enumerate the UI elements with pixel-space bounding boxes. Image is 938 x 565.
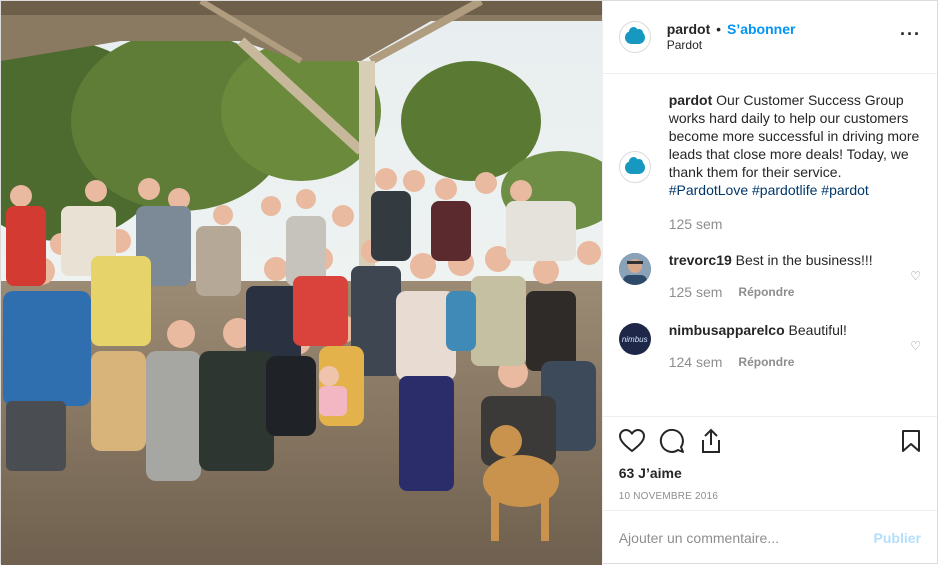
- post-date[interactable]: 10 NOVEMBRE 2016: [619, 491, 921, 502]
- avatar-logo-text: nimbus: [621, 334, 648, 344]
- caption-body: pardot Our Customer Success Group works …: [669, 91, 921, 233]
- bookmark-icon[interactable]: [901, 429, 921, 456]
- comment-time[interactable]: 125 sem: [669, 283, 723, 301]
- comment-time[interactable]: 124 sem: [669, 353, 723, 371]
- comment-body: trevorc19 Best in the business!!! 125 se…: [669, 251, 921, 301]
- commenter-avatar[interactable]: nimbus: [618, 323, 651, 355]
- comment-like-icon[interactable]: ♡: [910, 269, 921, 283]
- group-photo-illustration: [1, 1, 602, 565]
- comment-text: Beautiful!: [784, 322, 847, 338]
- likes-count[interactable]: 63 J’aime: [619, 465, 921, 481]
- caption-time[interactable]: 125 sem: [669, 215, 723, 233]
- comment-item: trevorc19 Best in the business!!! 125 se…: [618, 251, 921, 301]
- caption: pardot Our Customer Success Group works …: [618, 91, 921, 233]
- instagram-post: pardot • S’abonner Pardot ··· pardot Our…: [0, 0, 938, 565]
- post-photo[interactable]: [1, 1, 602, 565]
- account-username[interactable]: pardot: [667, 21, 711, 37]
- comment-meta: 124 sem Répondre: [669, 353, 921, 371]
- comment-item: nimbus nimbusapparelco Beautiful! 124 se…: [618, 321, 921, 371]
- post-actions: 63 J’aime 10 NOVEMBRE 2016: [602, 416, 937, 502]
- comment-text: Best in the business!!!: [731, 252, 873, 268]
- add-comment-input[interactable]: [618, 530, 874, 546]
- heart-icon[interactable]: [618, 428, 645, 456]
- hashtag-link[interactable]: #pardot: [821, 182, 868, 198]
- more-options-icon[interactable]: ···: [900, 25, 921, 43]
- share-icon[interactable]: [699, 428, 723, 457]
- account-subtitle: Pardot: [666, 38, 703, 52]
- reply-button[interactable]: Répondre: [738, 353, 794, 371]
- comment-body: nimbusapparelco Beautiful! 124 sem Répon…: [669, 321, 921, 371]
- caption-meta: 125 sem: [669, 215, 921, 233]
- separator-dot: •: [716, 21, 722, 37]
- salesforce-cloud-icon: [624, 156, 645, 174]
- hashtag-link[interactable]: #pardotlife: [752, 182, 817, 198]
- account-avatar[interactable]: [618, 21, 651, 53]
- comment-icon[interactable]: [659, 428, 685, 457]
- hashtag-link[interactable]: #PardotLove: [669, 182, 748, 198]
- comment-meta: 125 sem Répondre: [669, 283, 921, 301]
- comment-username[interactable]: nimbusapparelco: [669, 322, 785, 338]
- action-icons: [618, 427, 921, 457]
- account-info: pardot • S’abonner Pardot: [667, 21, 796, 53]
- add-comment-bar: Publier: [602, 510, 937, 565]
- salesforce-cloud-icon: [624, 26, 645, 44]
- comments-section: pardot Our Customer Success Group works …: [603, 75, 937, 416]
- publish-button[interactable]: Publier: [874, 530, 921, 546]
- follow-button[interactable]: S’abonner: [727, 21, 795, 37]
- post-header: pardot • S’abonner Pardot ···: [602, 1, 937, 74]
- person-avatar-icon: [618, 253, 651, 285]
- post-sidebar: pardot • S’abonner Pardot ··· pardot Our…: [601, 1, 937, 565]
- comment-username[interactable]: trevorc19: [669, 252, 732, 268]
- comment-like-icon[interactable]: ♡: [910, 339, 921, 353]
- reply-button[interactable]: Répondre: [738, 283, 794, 301]
- commenter-avatar[interactable]: [618, 253, 651, 285]
- caption-avatar[interactable]: [618, 151, 651, 183]
- caption-username[interactable]: pardot: [669, 92, 713, 108]
